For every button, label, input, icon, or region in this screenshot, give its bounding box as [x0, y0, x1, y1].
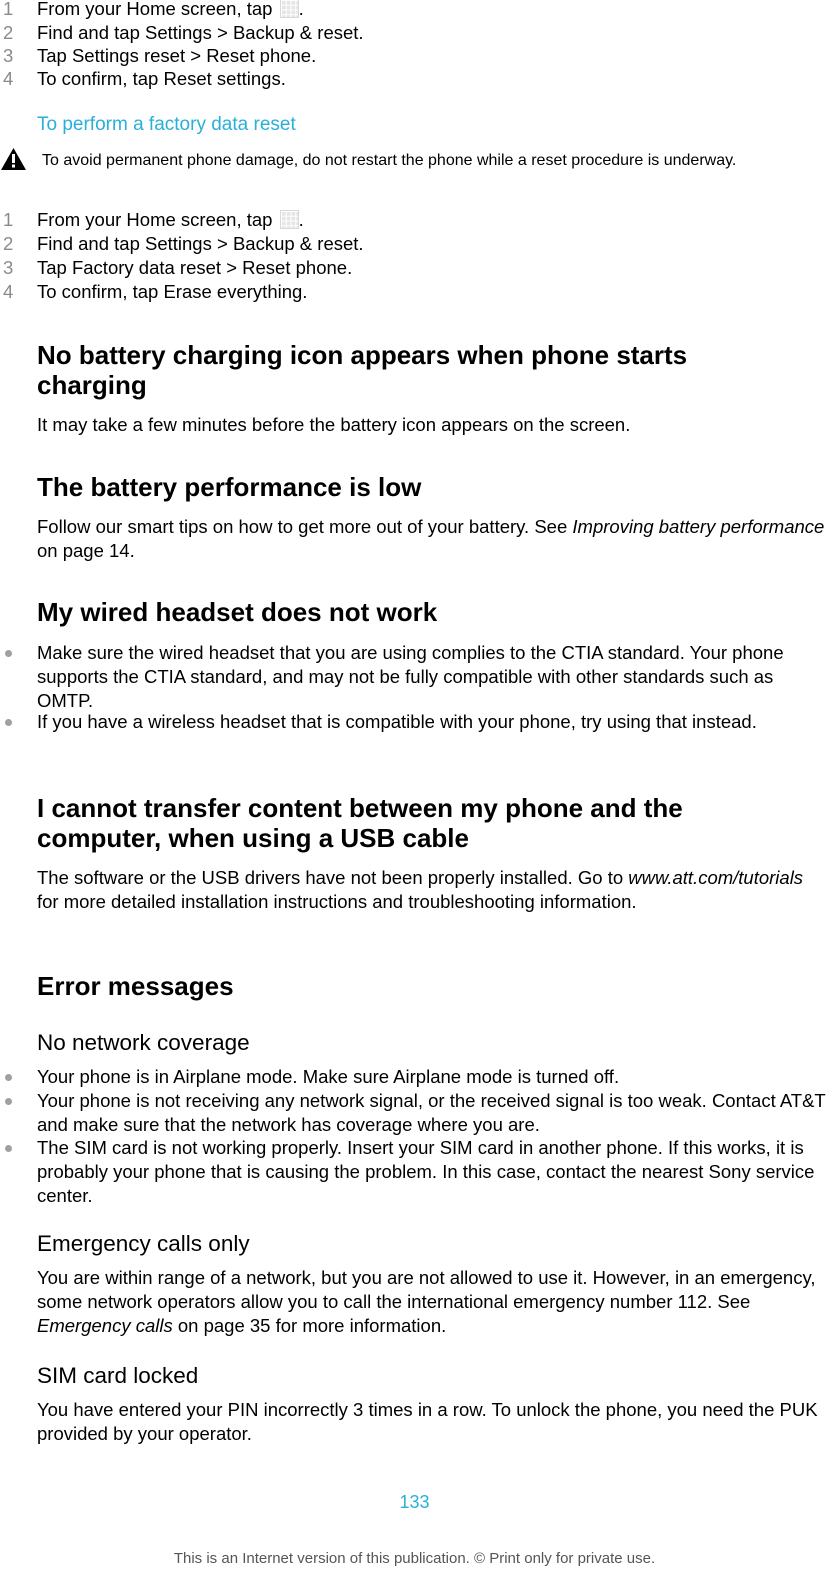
section-heading-headset: My wired headset does not work [37, 597, 438, 627]
body-text: The software or the USB drivers have not… [37, 867, 629, 888]
step-text-end: . [347, 257, 353, 278]
menu-reset-phone: Reset phone [242, 257, 348, 278]
section-heading-usb: I cannot transfer content between my pho… [37, 793, 683, 853]
step-text-end: . [311, 45, 317, 66]
list-item-text: Your phone is in Airplane mode. Make sur… [37, 1066, 620, 1087]
step-number: 2 [3, 22, 14, 43]
step-sep: > [185, 45, 207, 66]
step-number: 4 [3, 281, 14, 302]
body-text: on page 35 for more information. [172, 1315, 447, 1336]
step-number: 3 [3, 257, 14, 278]
section-body-battery-low: Follow our smart tips on how to get more… [37, 515, 827, 563]
step-sep: > [211, 233, 233, 254]
step-text: To confirm, tap [37, 68, 164, 89]
body-text: Follow our smart tips on how to get more… [37, 516, 573, 537]
step-text: Tap [37, 257, 72, 278]
step-sep: > [221, 257, 243, 278]
section-body-emergency-only: You are within range of a network, but y… [37, 1266, 827, 1338]
section-body-no-charging-icon: It may take a few minutes before the bat… [37, 414, 631, 435]
bullet-icon [5, 1098, 12, 1105]
step-text-end: . [298, 0, 304, 19]
list-item-text: The SIM card is not working properly. In… [37, 1137, 815, 1206]
menu-settings: Settings [145, 233, 212, 254]
bullet-icon [5, 1074, 12, 1081]
section-heading-no-charging-icon: No battery charging icon appears when ph… [37, 340, 688, 400]
step-number: 4 [3, 68, 14, 89]
step-text-end: . [280, 68, 286, 89]
section-heading-error-messages: Error messages [37, 971, 234, 1001]
procedure-title: To perform a factory data reset [37, 114, 296, 135]
step-text: From your Home screen, tap [37, 209, 278, 230]
cross-reference-link[interactable]: Improving battery performance [572, 516, 824, 537]
menu-settings-reset: Settings reset [71, 45, 186, 66]
menu-erase-everything: Erase everything [163, 281, 303, 302]
body-text: for more detailed installation instructi… [37, 891, 637, 912]
step-text: From your Home screen, tap [37, 0, 278, 19]
warning-triangle-icon [1, 148, 26, 170]
step-number: 1 [3, 0, 14, 19]
step-number: 3 [3, 45, 14, 66]
footer-notice: This is an Internet version of this publ… [173, 1550, 656, 1567]
bullet-icon [5, 1145, 12, 1152]
tutorials-link[interactable]: www.att.com/tutorials [628, 867, 803, 888]
list-item-text: If you have a wireless headset that is c… [37, 711, 757, 732]
body-text: on page 14. [37, 540, 135, 561]
step-text: Find and tap [37, 22, 145, 43]
step-number: 2 [3, 233, 14, 254]
step-text: To confirm, tap [37, 281, 164, 302]
section-body-sim-locked: You have entered your PIN incorrectly 3 … [37, 1399, 818, 1444]
step-text-end: . [298, 209, 304, 230]
step-text-end: . [302, 281, 308, 302]
step-number: 1 [3, 209, 14, 230]
subheading-no-network: No network coverage [37, 1030, 250, 1055]
step-sep: > [211, 22, 233, 43]
menu-reset-settings: Reset settings [163, 68, 281, 89]
step-text: Find and tap [37, 233, 145, 254]
menu-reset-phone: Reset phone [206, 45, 312, 66]
apps-grid-icon [279, 0, 299, 18]
step-text-end: . [358, 233, 364, 254]
apps-grid-icon [279, 210, 299, 229]
body-text: You are within range of a network, but y… [37, 1267, 816, 1312]
menu-backup-reset: Backup & reset [232, 22, 359, 43]
subheading-sim-locked: SIM card locked [37, 1363, 199, 1388]
menu-factory-data-reset: Factory data reset [71, 257, 222, 278]
bullet-icon [5, 719, 12, 726]
list-item-text: Your phone is not receiving any network … [37, 1090, 826, 1135]
cross-reference-link[interactable]: Emergency calls [37, 1315, 173, 1336]
step-text-end: . [358, 22, 364, 43]
warning-text: To avoid permanent phone damage, do not … [42, 152, 737, 169]
menu-backup-reset: Backup & reset [232, 233, 359, 254]
section-heading-battery-low: The battery performance is low [37, 472, 422, 502]
section-body-usb: The software or the USB drivers have not… [37, 866, 827, 914]
bullet-icon [5, 650, 12, 657]
subheading-emergency-only: Emergency calls only [37, 1231, 250, 1256]
page-number: 133 [399, 1492, 430, 1512]
menu-settings: Settings [145, 22, 212, 43]
step-text: Tap [37, 45, 72, 66]
list-item-text: Make sure the wired headset that you are… [37, 642, 784, 711]
